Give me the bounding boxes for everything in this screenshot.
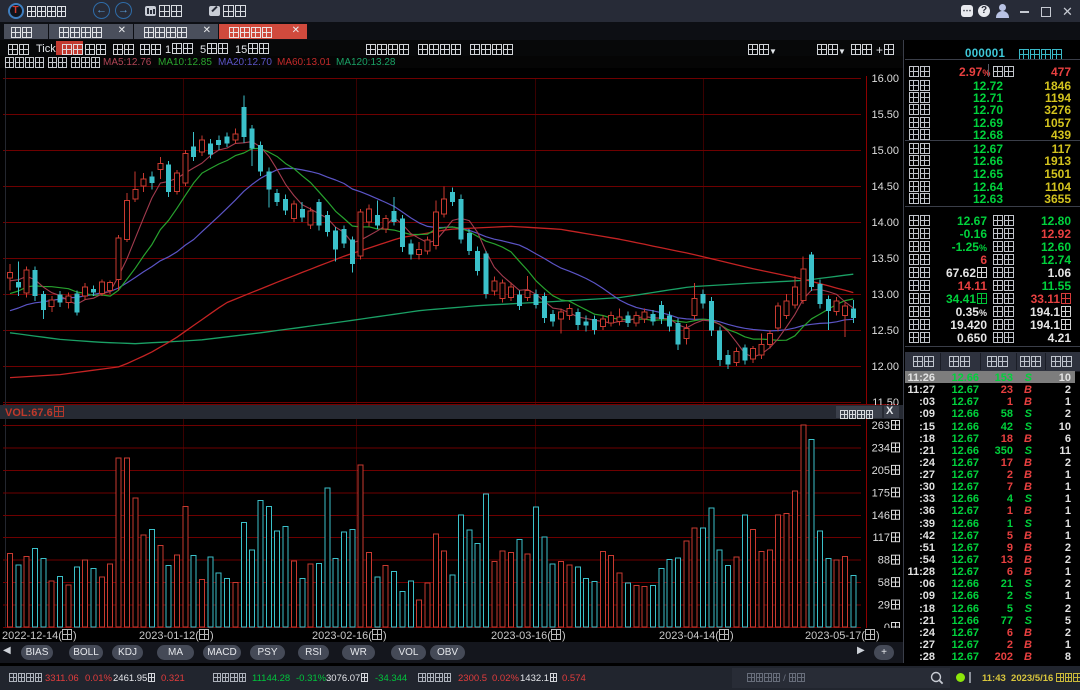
svg-text:88: 88 [878, 555, 890, 567]
svg-text:146: 146 [872, 510, 890, 522]
svg-text:263: 263 [872, 420, 890, 432]
svg-text:205: 205 [872, 465, 890, 477]
svg-text:175: 175 [872, 487, 890, 499]
svg-text:13.00: 13.00 [871, 289, 899, 301]
svg-text:15.00: 15.00 [871, 145, 899, 157]
svg-text:12.50: 12.50 [871, 325, 899, 337]
svg-text:234: 234 [872, 442, 890, 454]
svg-text:11.50: 11.50 [872, 397, 899, 405]
svg-text:14.00: 14.00 [871, 217, 899, 229]
svg-text:117: 117 [872, 532, 890, 544]
svg-text:13.50: 13.50 [871, 253, 899, 265]
svg-text:29: 29 [878, 600, 890, 612]
svg-text:58: 58 [878, 577, 890, 589]
svg-text:15.50: 15.50 [871, 109, 899, 121]
svg-text:16.00: 16.00 [871, 73, 899, 85]
svg-text:12.00: 12.00 [871, 361, 899, 373]
svg-text:14.50: 14.50 [871, 181, 899, 193]
